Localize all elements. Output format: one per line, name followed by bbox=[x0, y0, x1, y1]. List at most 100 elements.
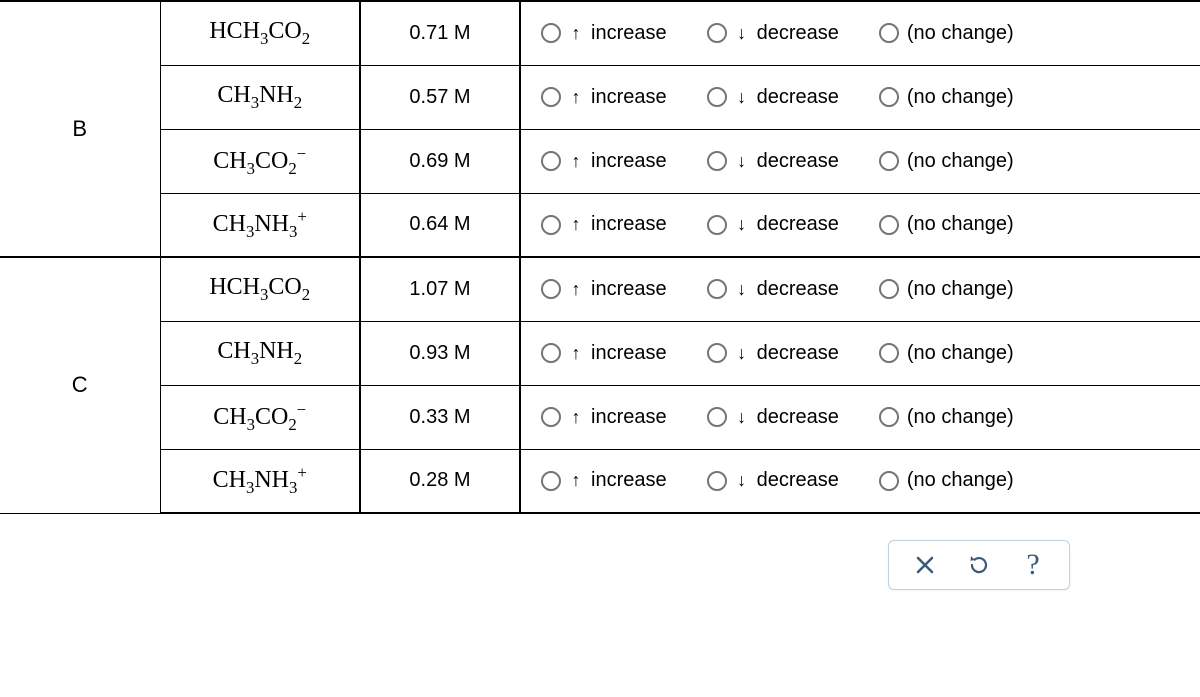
reset-icon[interactable] bbox=[965, 551, 993, 579]
formula-cell: CH3CO2− bbox=[160, 129, 360, 193]
decrease-arrow-icon: ↓ bbox=[735, 214, 749, 235]
radio-option-decrease[interactable]: ↓ decrease bbox=[707, 469, 839, 492]
radio-icon bbox=[879, 215, 899, 235]
radio-option-nochange[interactable]: (no change) bbox=[879, 22, 1014, 45]
radio-icon bbox=[707, 215, 727, 235]
radio-icon bbox=[541, 87, 561, 107]
group-label: B bbox=[0, 1, 160, 257]
options-cell: ↑increase ↓decrease (no change) bbox=[520, 385, 1200, 449]
increase-arrow-icon: ↑ bbox=[569, 470, 583, 491]
radio-icon bbox=[707, 151, 727, 171]
radio-icon bbox=[707, 23, 727, 43]
option-label: decrease bbox=[757, 213, 839, 236]
radio-icon bbox=[541, 471, 561, 491]
increase-arrow-icon: ↑ bbox=[569, 87, 583, 108]
radio-option-decrease[interactable]: ↓decrease bbox=[707, 150, 839, 173]
equilibrium-table: BHCH3CO20.71 M ↑ increase ↓ decrease (no chan… bbox=[0, 0, 1200, 514]
concentration-cell: 0.93 M bbox=[360, 321, 520, 385]
radio-icon bbox=[879, 407, 899, 427]
option-label: decrease bbox=[757, 469, 839, 492]
radio-option-decrease[interactable]: ↓decrease bbox=[707, 406, 839, 429]
radio-option-decrease[interactable]: ↓ decrease bbox=[707, 278, 839, 301]
radio-icon bbox=[541, 23, 561, 43]
radio-option-nochange[interactable]: (no change) bbox=[879, 342, 1014, 365]
option-label: increase bbox=[591, 278, 667, 301]
group-label: C bbox=[0, 257, 160, 513]
radio-icon bbox=[707, 343, 727, 363]
radio-icon bbox=[879, 343, 899, 363]
radio-option-nochange[interactable]: (no change) bbox=[879, 150, 1014, 173]
radio-option-increase[interactable]: ↑increase bbox=[541, 342, 667, 365]
close-icon[interactable] bbox=[911, 551, 939, 579]
options-cell: ↑ increase ↓decrease (no change) bbox=[520, 129, 1200, 193]
option-label: increase bbox=[591, 213, 667, 236]
formula-cell: CH3CO2− bbox=[160, 385, 360, 449]
options-cell: ↑ increase ↓ decrease (no change) bbox=[520, 257, 1200, 321]
option-label: increase bbox=[591, 406, 667, 429]
radio-option-increase[interactable]: ↑ increase bbox=[541, 213, 667, 236]
increase-arrow-icon: ↑ bbox=[569, 23, 583, 44]
option-label: (no change) bbox=[907, 86, 1014, 109]
radio-icon bbox=[541, 151, 561, 171]
option-label: decrease bbox=[757, 22, 839, 45]
radio-icon bbox=[707, 87, 727, 107]
options-cell: ↑ increase ↓decrease (no change) bbox=[520, 65, 1200, 129]
option-label: increase bbox=[591, 469, 667, 492]
options-cell: ↑ increase ↓ decrease (no change) bbox=[520, 449, 1200, 513]
option-label: increase bbox=[591, 86, 667, 109]
radio-option-increase[interactable]: ↑ increase bbox=[541, 469, 667, 492]
concentration-cell: 0.57 M bbox=[360, 65, 520, 129]
radio-option-nochange[interactable]: (no change) bbox=[879, 469, 1014, 492]
radio-option-increase[interactable]: ↑increase bbox=[541, 406, 667, 429]
radio-option-nochange[interactable]: (no change) bbox=[879, 86, 1014, 109]
formula-cell: CH3NH3+ bbox=[160, 449, 360, 513]
concentration-cell: 0.28 M bbox=[360, 449, 520, 513]
formula-cell: HCH3CO2 bbox=[160, 1, 360, 65]
option-label: (no change) bbox=[907, 278, 1014, 301]
increase-arrow-icon: ↑ bbox=[569, 151, 583, 172]
action-toolbar: ? bbox=[888, 540, 1070, 590]
increase-arrow-icon: ↑ bbox=[569, 343, 583, 364]
option-label: (no change) bbox=[907, 342, 1014, 365]
radio-icon bbox=[879, 279, 899, 299]
radio-option-nochange[interactable]: (no change) bbox=[879, 213, 1014, 236]
radio-option-increase[interactable]: ↑ increase bbox=[541, 86, 667, 109]
radio-option-increase[interactable]: ↑ increase bbox=[541, 278, 667, 301]
increase-arrow-icon: ↑ bbox=[569, 214, 583, 235]
option-label: increase bbox=[591, 22, 667, 45]
help-icon[interactable]: ? bbox=[1019, 551, 1047, 579]
radio-icon bbox=[879, 151, 899, 171]
option-label: (no change) bbox=[907, 469, 1014, 492]
radio-option-nochange[interactable]: (no change) bbox=[879, 406, 1014, 429]
decrease-arrow-icon: ↓ bbox=[735, 279, 749, 300]
formula-cell: CH3NH2 bbox=[160, 65, 360, 129]
option-label: (no change) bbox=[907, 213, 1014, 236]
options-cell: ↑ increase ↓ decrease (no change) bbox=[520, 1, 1200, 65]
radio-icon bbox=[541, 343, 561, 363]
radio-option-decrease[interactable]: ↓ decrease bbox=[707, 22, 839, 45]
concentration-cell: 0.71 M bbox=[360, 1, 520, 65]
option-label: (no change) bbox=[907, 406, 1014, 429]
option-label: increase bbox=[591, 150, 667, 173]
option-label: decrease bbox=[757, 406, 839, 429]
radio-option-increase[interactable]: ↑ increase bbox=[541, 150, 667, 173]
radio-option-increase[interactable]: ↑ increase bbox=[541, 22, 667, 45]
option-label: decrease bbox=[757, 342, 839, 365]
option-label: (no change) bbox=[907, 150, 1014, 173]
increase-arrow-icon: ↑ bbox=[569, 279, 583, 300]
radio-option-decrease[interactable]: ↓decrease bbox=[707, 86, 839, 109]
concentration-cell: 0.69 M bbox=[360, 129, 520, 193]
formula-cell: CH3NH3+ bbox=[160, 193, 360, 257]
radio-icon bbox=[707, 471, 727, 491]
concentration-cell: 0.33 M bbox=[360, 385, 520, 449]
decrease-arrow-icon: ↓ bbox=[735, 23, 749, 44]
radio-option-decrease[interactable]: ↓decrease bbox=[707, 342, 839, 365]
options-cell: ↑ increase ↓ decrease (no change) bbox=[520, 193, 1200, 257]
radio-option-nochange[interactable]: (no change) bbox=[879, 278, 1014, 301]
option-label: decrease bbox=[757, 278, 839, 301]
radio-icon bbox=[707, 279, 727, 299]
option-label: (no change) bbox=[907, 22, 1014, 45]
decrease-arrow-icon: ↓ bbox=[735, 470, 749, 491]
option-label: decrease bbox=[757, 86, 839, 109]
radio-option-decrease[interactable]: ↓ decrease bbox=[707, 213, 839, 236]
